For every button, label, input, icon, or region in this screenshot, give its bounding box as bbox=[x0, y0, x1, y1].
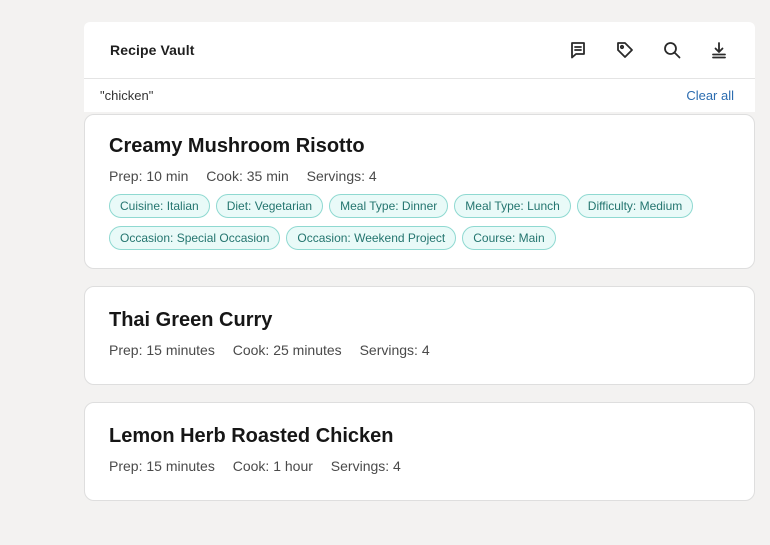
tag-chip[interactable]: Meal Type: Lunch bbox=[454, 194, 571, 218]
cook-time: Cook: 25 minutes bbox=[232, 342, 342, 358]
recipe-card[interactable]: Lemon Herb Roasted Chicken Prep: 15 minu… bbox=[84, 402, 755, 501]
recipe-meta: Prep: 10 min Cook: 35 min Servings: 4 bbox=[109, 168, 730, 184]
search-icon[interactable] bbox=[660, 38, 684, 62]
tag-chip[interactable]: Course: Main bbox=[462, 226, 556, 250]
download-icon[interactable] bbox=[707, 38, 731, 62]
servings: Servings: 4 bbox=[330, 458, 401, 474]
cook-time: Cook: 1 hour bbox=[232, 458, 313, 474]
recipe-meta: Prep: 15 minutes Cook: 1 hour Servings: … bbox=[109, 458, 730, 474]
filter-bar: "chicken" Clear all bbox=[84, 79, 755, 112]
prep-time: Prep: 15 minutes bbox=[109, 342, 215, 358]
recipe-meta: Prep: 15 minutes Cook: 25 minutes Servin… bbox=[109, 342, 730, 358]
recipe-title[interactable]: Thai Green Curry bbox=[109, 309, 730, 332]
tag-chip[interactable]: Diet: Vegetarian bbox=[215, 194, 324, 218]
app-container: Recipe Vault "chicken" Clear all bbox=[84, 22, 755, 112]
cook-time: Cook: 35 min bbox=[206, 168, 289, 184]
tag-list: Cuisine: Italian Diet: Vegetarian Meal T… bbox=[109, 194, 730, 250]
prep-time: Prep: 10 min bbox=[109, 168, 189, 184]
prep-time: Prep: 15 minutes bbox=[109, 458, 215, 474]
tag-icon[interactable] bbox=[613, 38, 637, 62]
tag-chip[interactable]: Meal Type: Dinner bbox=[329, 194, 449, 218]
recipe-title[interactable]: Lemon Herb Roasted Chicken bbox=[109, 425, 730, 448]
clear-all-link[interactable]: Clear all bbox=[686, 88, 734, 103]
tag-chip[interactable]: Occasion: Special Occasion bbox=[109, 226, 281, 250]
servings: Servings: 4 bbox=[306, 168, 377, 184]
app-header: Recipe Vault bbox=[84, 22, 755, 79]
recipe-title[interactable]: Creamy Mushroom Risotto bbox=[109, 135, 730, 158]
header-actions bbox=[543, 38, 731, 62]
tag-chip[interactable]: Difficulty: Medium bbox=[576, 194, 694, 218]
app-title: Recipe Vault bbox=[110, 42, 195, 58]
tag-chip[interactable]: Occasion: Weekend Project bbox=[286, 226, 457, 250]
recipe-card[interactable]: Thai Green Curry Prep: 15 minutes Cook: … bbox=[84, 286, 755, 385]
notes-icon[interactable] bbox=[566, 38, 590, 62]
active-search-query: "chicken" bbox=[100, 88, 154, 103]
recipe-card[interactable]: Creamy Mushroom Risotto Prep: 10 min Coo… bbox=[84, 114, 755, 269]
tag-chip[interactable]: Cuisine: Italian bbox=[109, 194, 210, 218]
servings: Servings: 4 bbox=[359, 342, 430, 358]
